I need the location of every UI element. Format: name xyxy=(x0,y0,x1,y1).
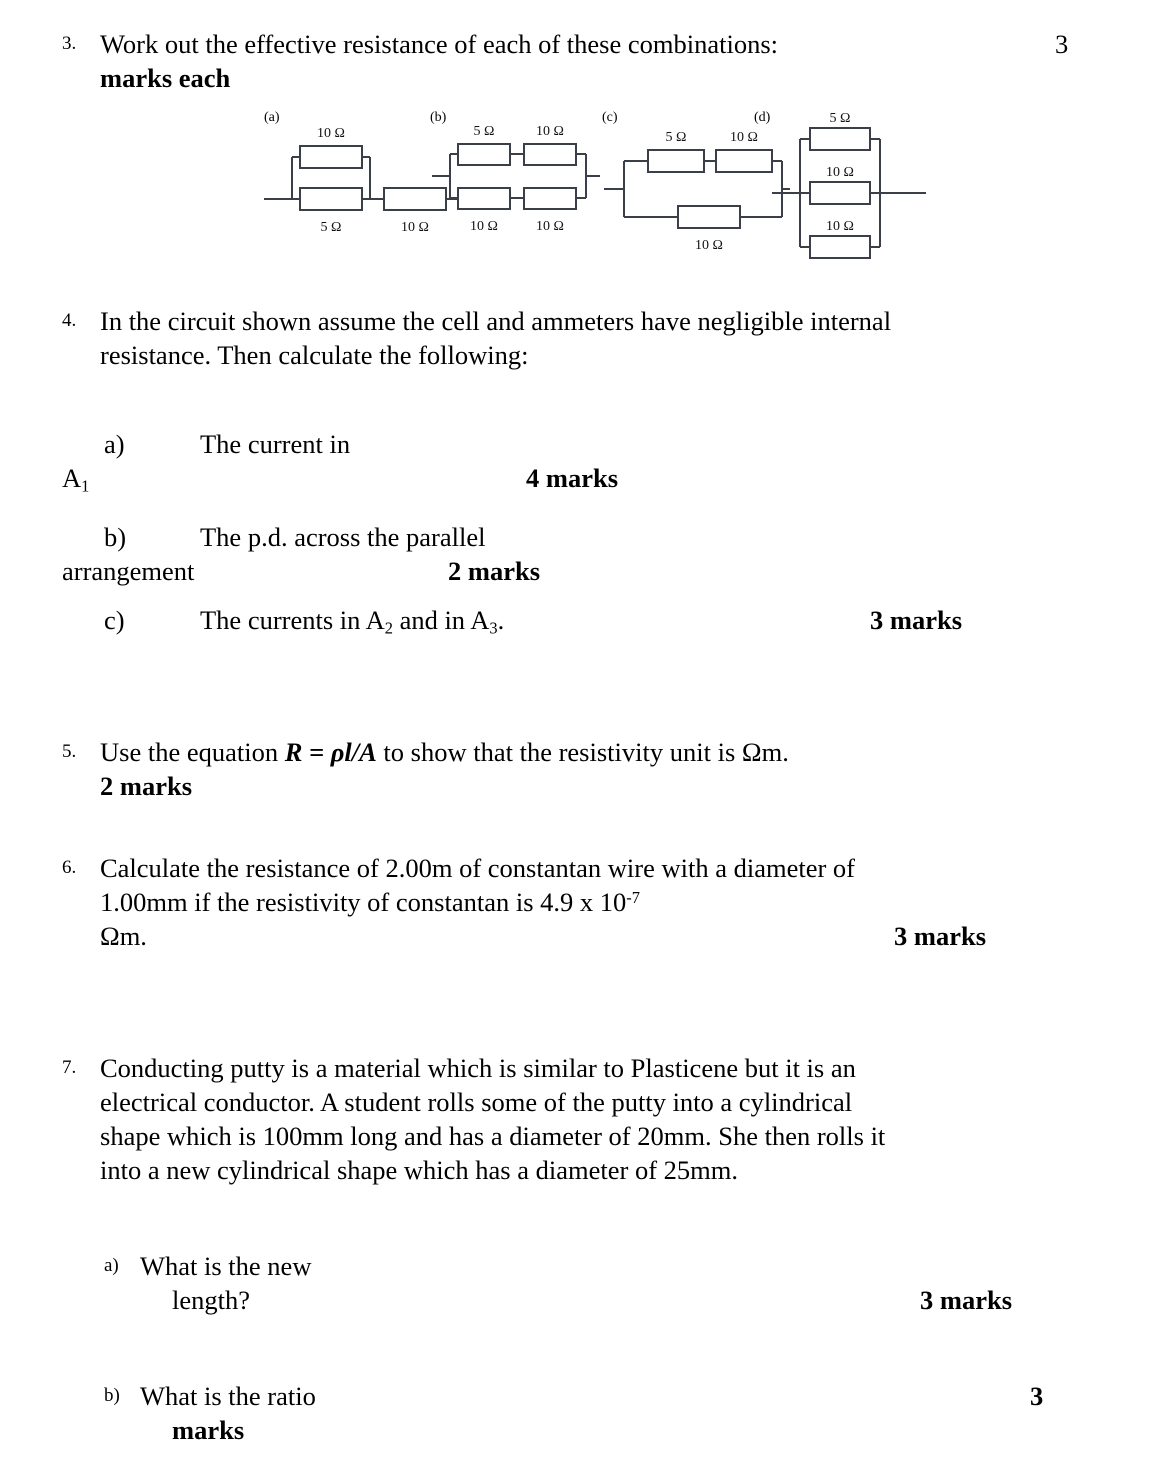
question-4-part-a-line-1: a) The current in xyxy=(62,428,1112,462)
circuit-b-caption: (b) xyxy=(430,110,447,125)
question-7-part-a-text-cont: length? xyxy=(172,1284,250,1315)
question-4-part-a-text: The current in xyxy=(200,429,351,459)
question-6-unit: Ωm. xyxy=(100,920,147,951)
circuit-d-resistor-2-label: 10 Ω xyxy=(826,165,854,180)
circuit-d-resistor-1-label: 5 Ω xyxy=(830,111,851,126)
worksheet-page: 3. Work out the effective resistance of … xyxy=(0,0,1170,1473)
question-4-part-b-letter: b) xyxy=(104,522,127,552)
question-7: 7. Conducting putty is a material which … xyxy=(62,1052,1112,1188)
question-6-text-line-3: Ωm. 3 marks xyxy=(100,920,1112,954)
question-4-part-b-line-2: arrangement 2 marks xyxy=(62,555,1112,589)
question-7-text-line-1: Conducting putty is a material which is … xyxy=(100,1053,856,1083)
question-5-body: Use the equation R = ρl/A to show that t… xyxy=(100,736,1112,804)
circuit-a-resistor-3-label: 10 Ω xyxy=(401,220,429,235)
resistivity-equation: R = ρl/A xyxy=(284,737,377,767)
circuit-b: 5 Ω 10 Ω 10 Ω 10 Ω (b) xyxy=(428,106,603,261)
question-4-part-c: c) The currents in A2 and in A3. 3 marks xyxy=(62,604,1112,639)
question-5-marks: 2 marks xyxy=(100,770,193,801)
question-4-part-b-text-cont: arrangement xyxy=(62,555,195,586)
circuit-b-resistor-4-label: 10 Ω xyxy=(536,219,564,234)
question-7-text-line-2: electrical conductor. A student rolls so… xyxy=(100,1086,853,1117)
question-4-part-a-letter: a) xyxy=(104,429,125,459)
question-7-part-a-line-2: length? 3 marks xyxy=(172,1284,1112,1318)
question-7-part-a: a) What is the new length? 3 marks xyxy=(104,1250,1112,1318)
circuit-d-caption: (d) xyxy=(754,110,771,125)
circuit-b-svg: 5 Ω 10 Ω 10 Ω 10 Ω xyxy=(432,124,600,234)
question-4-part-b: b) The p.d. across the parallel arrangeme… xyxy=(62,521,1112,589)
circuit-d-resistor-3-label: 10 Ω xyxy=(826,219,854,234)
question-7-part-a-marks: 3 marks xyxy=(920,1284,1013,1315)
question-5-number: 5. xyxy=(62,741,77,762)
question-7-body: Conducting putty is a material which is … xyxy=(100,1052,1112,1188)
question-7-part-a-letter: a) xyxy=(104,1255,119,1276)
question-4-part-c-letter: c) xyxy=(104,605,125,635)
circuit-c-caption: (c) xyxy=(602,110,618,125)
circuit-b-resistor-2-label: 10 Ω xyxy=(536,124,564,139)
question-7-part-b-marks-number: 3 xyxy=(1030,1380,1044,1411)
circuit-d-svg: 5 Ω 10 Ω 10 Ω xyxy=(772,111,926,259)
question-4-part-a-line-2: A1 4 marks xyxy=(62,462,1112,497)
question-4-part-a-marks: 4 marks xyxy=(526,462,619,493)
question-4: 4. In the circuit shown assume the cell … xyxy=(62,305,1112,373)
question-7-text-line-3: shape which is 100mm long and has a diam… xyxy=(100,1120,886,1151)
circuit-c-resistor-1-label: 5 Ω xyxy=(666,130,687,145)
question-3-text-line: Work out the effective resistance of eac… xyxy=(100,28,1112,62)
question-3-text: Work out the effective resistance of eac… xyxy=(100,29,779,59)
circuit-a-caption: (a) xyxy=(264,110,280,125)
circuit-diagrams-row: 10 Ω 5 Ω 10 Ω (a) 5 Ω 10 Ω 10 Ω 10 Ω (b)… xyxy=(262,106,962,271)
question-4-part-c-line: c) The currents in A2 and in A3. 3 marks xyxy=(62,604,1112,639)
question-7-part-b-marks-label: marks xyxy=(172,1414,245,1445)
question-4-part-b-marks: 2 marks xyxy=(448,555,541,586)
question-5: 5. Use the equation R = ρl/A to show tha… xyxy=(62,736,1112,804)
question-7-part-b-text: What is the ratio xyxy=(140,1380,316,1411)
question-3-body: Work out the effective resistance of eac… xyxy=(100,28,1112,96)
ammeter-a1-label: A1 xyxy=(62,462,90,496)
circuit-c-resistor-3-label: 10 Ω xyxy=(695,238,723,253)
circuit-c: 5 Ω 10 Ω 10 Ω (c) xyxy=(600,106,790,271)
question-4-text-line-1: In the circuit shown assume the cell and… xyxy=(100,306,892,336)
question-6-text-line-2: 1.00mm if the resistivity of constantan … xyxy=(100,886,640,917)
circuit-c-resistor-2-label: 10 Ω xyxy=(730,130,758,145)
question-4-part-b-line-1: b) The p.d. across the parallel xyxy=(62,521,1112,555)
question-4-part-c-text: The currents in A2 and in A3. xyxy=(200,605,505,638)
circuit-b-resistor-1-label: 5 Ω xyxy=(474,124,495,139)
question-4-part-a: a) The current in A1 4 marks xyxy=(62,428,1112,497)
question-7-part-a-line-1: What is the new xyxy=(140,1251,312,1281)
question-6-body: Calculate the resistance of 2.00m of con… xyxy=(100,852,1112,954)
question-3: 3. Work out the effective resistance of … xyxy=(62,28,1112,96)
circuit-d: 5 Ω 10 Ω 10 Ω (d) xyxy=(754,106,930,276)
question-5-text-line-1: Use the equation R = ρl/A to show that t… xyxy=(100,737,789,767)
question-4-text-line-2: resistance. Then calculate the following… xyxy=(100,339,529,370)
question-4-part-c-marks: 3 marks xyxy=(870,605,963,635)
question-6-marks: 3 marks xyxy=(894,920,987,951)
question-7-part-b-letter: b) xyxy=(104,1384,120,1406)
circuit-c-svg: 5 Ω 10 Ω 10 Ω xyxy=(604,130,790,253)
question-6: 6. Calculate the resistance of 2.00m of … xyxy=(62,852,1112,954)
question-3-marks-label: marks each xyxy=(100,62,231,93)
question-6-text-line-1: Calculate the resistance of 2.00m of con… xyxy=(100,853,855,883)
circuit-a-resistor-1-label: 10 Ω xyxy=(317,126,345,141)
question-4-body: In the circuit shown assume the cell and… xyxy=(100,305,1112,373)
question-4-part-b-text: The p.d. across the parallel xyxy=(200,522,486,552)
question-4-number: 4. xyxy=(62,310,77,331)
question-3-marks-number: 3 xyxy=(1055,29,1069,59)
question-7-text-line-4: into a new cylindrical shape which has a… xyxy=(100,1154,739,1185)
question-7-number: 7. xyxy=(62,1057,77,1078)
question-6-number: 6. xyxy=(62,857,77,878)
question-7-parts: a) What is the new length? 3 marks b) Wh… xyxy=(62,1250,1112,1448)
question-7-part-b: b) What is the ratio 3 marks xyxy=(104,1380,1112,1448)
question-3-number: 3. xyxy=(62,33,77,54)
circuit-a-resistor-2-label: 5 Ω xyxy=(321,220,342,235)
circuit-b-resistor-3-label: 10 Ω xyxy=(470,219,498,234)
question-7-part-b-line-1: What is the ratio 3 xyxy=(140,1380,1112,1414)
